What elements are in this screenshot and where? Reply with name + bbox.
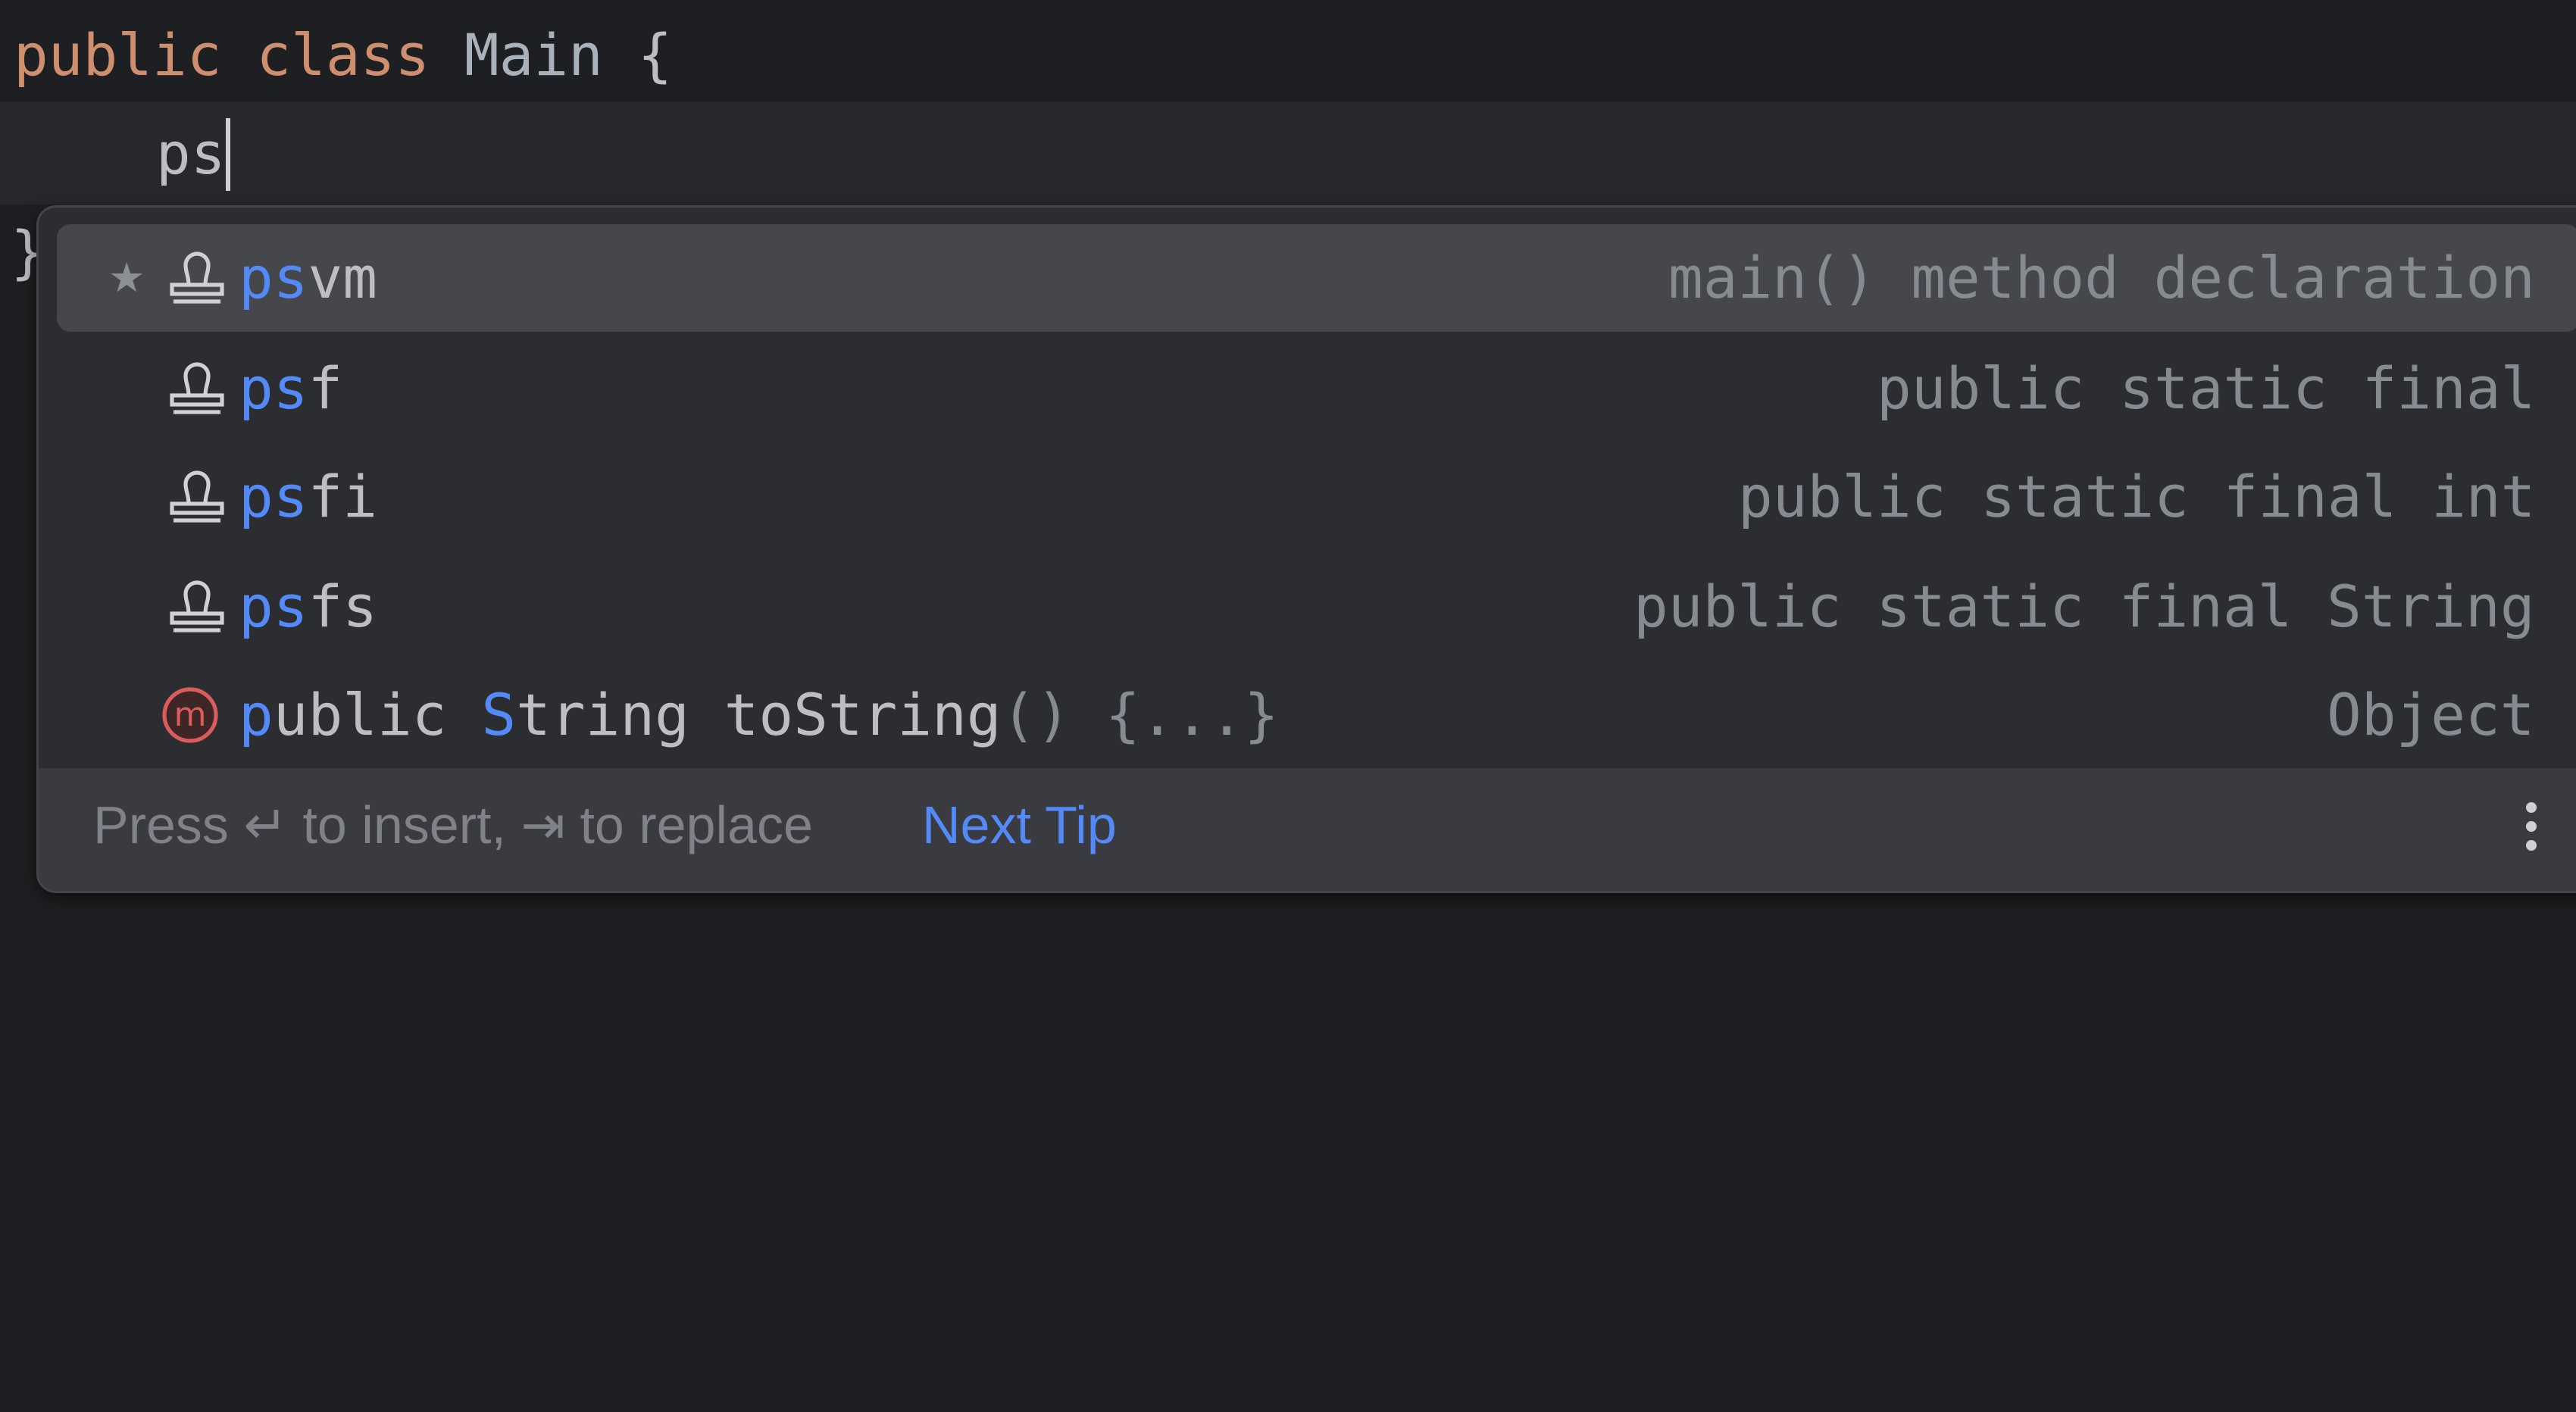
label-segment: ps: [239, 573, 308, 640]
label-segment: ps: [239, 244, 308, 311]
item-description: public static final int: [1738, 463, 2536, 530]
completion-item[interactable]: m public String toString() {...} Object: [57, 661, 2576, 769]
label-segment: fi: [308, 463, 378, 530]
footer-hint: Press ↵ to insert, ⇥ to replace: [93, 795, 813, 854]
completion-item[interactable]: psf public static final: [57, 335, 2576, 442]
popup-footer: Press ↵ to insert, ⇥ to replace Next Tip: [39, 768, 2576, 891]
item-label: psfs: [239, 553, 377, 661]
item-description: public static final: [1877, 355, 2536, 422]
open-brace: {: [637, 21, 673, 89]
live-template-stamp-icon: [163, 362, 231, 417]
method-icon: m: [160, 685, 228, 743]
label-segment: () {...}: [1001, 681, 1279, 748]
item-label: public String toString() {...}: [239, 661, 1279, 769]
label-segment: fs: [308, 573, 378, 640]
label-segment: f: [308, 355, 343, 422]
label-segment: tring toString: [516, 681, 1002, 748]
svg-text:m: m: [174, 695, 207, 734]
label-segment: S: [481, 681, 517, 748]
label-segment: p: [239, 681, 274, 748]
code-line-1[interactable]: public class Main {: [14, 5, 672, 106]
label-segment: ps: [239, 355, 308, 422]
typed-text: ps: [156, 120, 226, 187]
item-label: psvm: [239, 224, 377, 332]
keyword-public: public: [14, 21, 222, 89]
item-label: psf: [239, 335, 342, 442]
completion-item[interactable]: psfs public static final String: [57, 553, 2576, 661]
item-description: public static final String: [1633, 573, 2535, 640]
label-segment: ublic: [273, 681, 482, 748]
label-segment: ps: [239, 463, 308, 530]
live-template-stamp-icon: [163, 251, 231, 306]
next-tip-link[interactable]: Next Tip: [922, 768, 1117, 882]
footer-shadow: [2414, 798, 2482, 859]
live-template-stamp-icon: [163, 580, 231, 635]
item-description: main() method declaration: [1668, 244, 2535, 311]
label-segment: vm: [308, 244, 378, 311]
text-cursor: [225, 118, 230, 191]
code-line-2[interactable]: ps: [156, 103, 230, 205]
live-template-stamp-icon: [163, 470, 231, 525]
current-line-highlight: [0, 102, 2576, 205]
completion-item[interactable]: psfi public static final int: [57, 443, 2576, 551]
star-icon: ★: [108, 254, 145, 301]
item-description: Object: [2327, 681, 2535, 748]
completion-item[interactable]: ★ psvm main() method declaration: [57, 224, 2576, 332]
completion-popup: ★ psvm main() method declaration psf public …: [36, 205, 2576, 893]
more-options-icon[interactable]: [2524, 802, 2539, 855]
item-label: psfi: [239, 443, 377, 551]
class-name: Main: [464, 21, 603, 89]
keyword-class: class: [256, 21, 430, 89]
